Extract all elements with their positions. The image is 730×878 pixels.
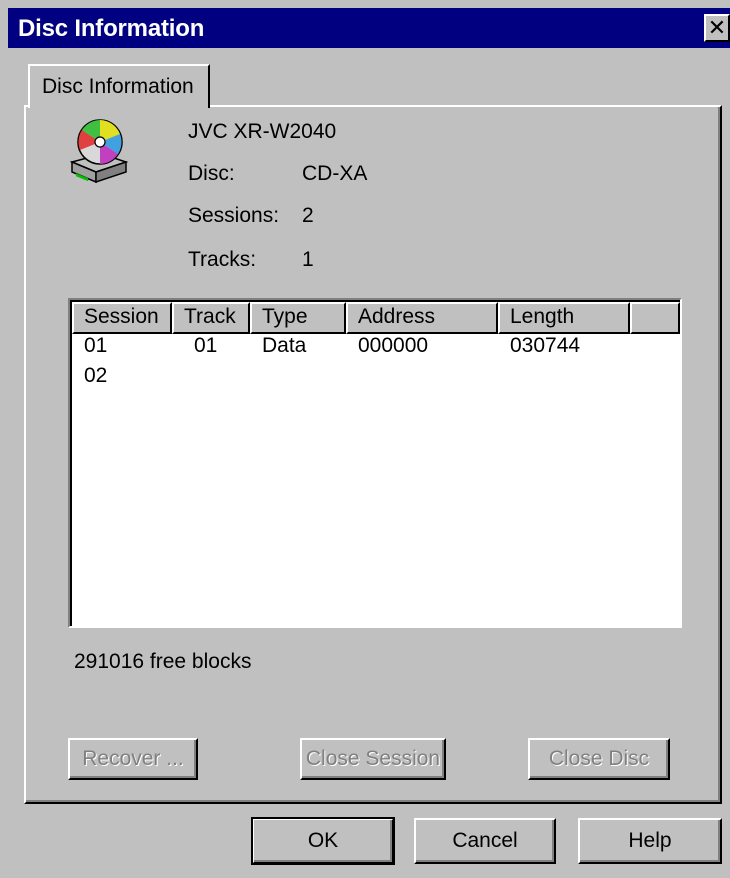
tracks-label: Tracks: xyxy=(188,248,257,271)
cancel-button[interactable]: Cancel xyxy=(414,818,556,864)
cell-session: 01 xyxy=(84,334,108,357)
column-header-length[interactable]: Length xyxy=(498,302,630,334)
cell-track: 01 xyxy=(194,334,218,357)
sessions-label: Sessions: xyxy=(188,204,280,227)
column-header-track[interactable]: Track xyxy=(172,302,250,334)
ok-button[interactable]: OK xyxy=(251,817,395,865)
window-title: Disc Information xyxy=(18,15,205,42)
close-session-button[interactable]: Close Session xyxy=(300,738,446,780)
column-header-address[interactable]: Address xyxy=(346,302,498,334)
cell-session: 02 xyxy=(84,364,108,387)
tracks-value: 1 xyxy=(302,248,314,271)
close-disc-button[interactable]: Close Disc xyxy=(528,738,670,780)
column-header-empty xyxy=(630,302,680,334)
sessions-value: 2 xyxy=(302,204,314,227)
cd-drive-icon xyxy=(69,119,128,184)
disc-value: CD-XA xyxy=(302,162,368,185)
disc-label: Disc: xyxy=(188,162,235,185)
cell-length: 030744 xyxy=(510,334,581,357)
column-header-type[interactable]: Type xyxy=(250,302,346,334)
cell-address: 000000 xyxy=(358,334,429,357)
help-button[interactable]: Help xyxy=(578,818,722,864)
tab-disc-information[interactable]: Disc Information xyxy=(28,64,210,108)
drive-name: JVC XR-W2040 xyxy=(188,120,337,143)
table-header: Session Track Type Address Length xyxy=(72,302,680,334)
free-blocks-text: 291016 free blocks xyxy=(74,650,252,673)
recover-button[interactable]: Recover ... xyxy=(68,738,198,780)
sessions-table[interactable]: Session Track Type Address Length 01 01 … xyxy=(68,298,682,628)
column-header-session[interactable]: Session xyxy=(72,302,172,334)
close-button[interactable]: ✕ xyxy=(704,14,730,42)
disc-information-dialog: Disc Information ✕ Disc Information JVC … xyxy=(0,0,730,878)
title-bar: Disc Information ✕ xyxy=(8,8,730,48)
close-icon: ✕ xyxy=(707,15,727,40)
tab-label: Disc Information xyxy=(42,75,194,98)
cell-type: Data xyxy=(262,334,307,357)
